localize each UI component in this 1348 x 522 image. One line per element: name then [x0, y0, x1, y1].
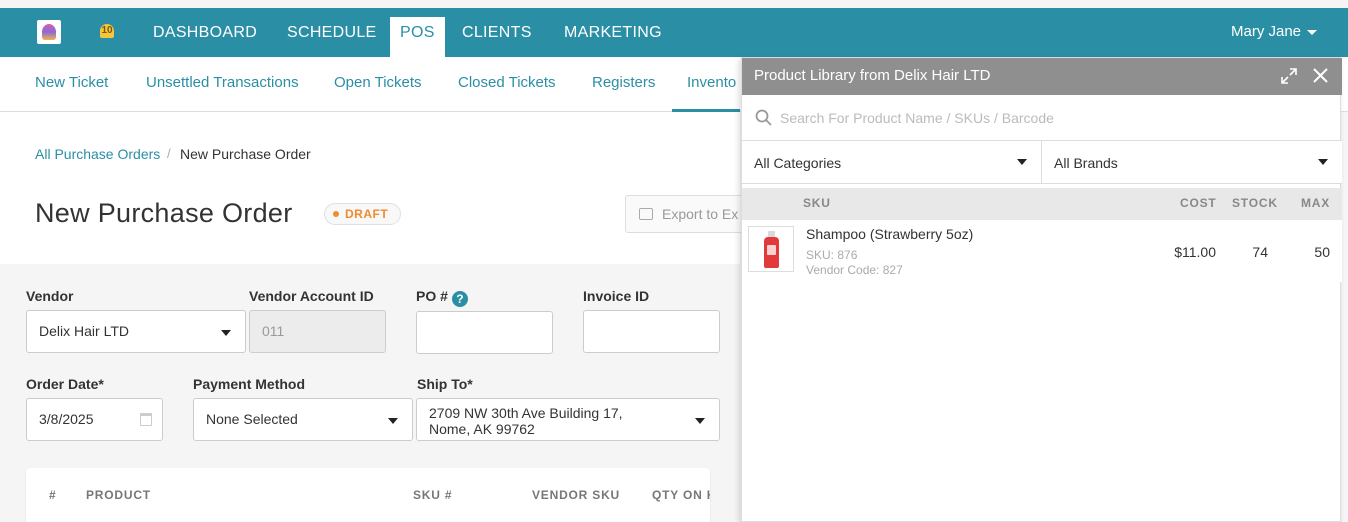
page-header: All Purchase Orders / New Purchase Order…	[0, 112, 765, 264]
page-title: New Purchase Order	[35, 198, 293, 228]
status-dot-icon	[333, 210, 339, 217]
column-header-max: MAX	[1301, 196, 1331, 210]
po-number-label: PO #?	[416, 288, 468, 307]
ship-to-line2: Nome, AK 99762	[429, 421, 535, 437]
vendor-label: Vendor	[26, 288, 74, 304]
invoice-id-input[interactable]	[583, 310, 720, 353]
order-date-input[interactable]: 3/8/2025	[26, 398, 163, 441]
subnav-closed-tickets[interactable]: Closed Tickets	[458, 57, 556, 112]
column-header-product: PRODUCT	[86, 488, 151, 502]
export-button-label: Export to Ex	[662, 206, 739, 222]
subnav-new-ticket[interactable]: New Ticket	[35, 57, 108, 112]
payment-method-label: Payment Method	[193, 376, 306, 392]
ship-to-select[interactable]: 2709 NW 30th Ave Building 17, Nome, AK 9…	[416, 398, 720, 441]
chevron-down-icon	[695, 418, 705, 424]
vendor-select[interactable]: Delix Hair LTD	[26, 310, 246, 353]
product-cost: $11.00	[1174, 244, 1216, 260]
product-sku: SKU: 876	[806, 248, 858, 262]
breadcrumb-all-purchase-orders[interactable]: All Purchase Orders	[35, 146, 160, 162]
purchase-order-items-table: # PRODUCT SKU # VENDOR SKU QTY ON H	[26, 468, 710, 522]
payment-method-value: None Selected	[206, 411, 298, 427]
vendor-account-value: 011	[262, 323, 285, 339]
invoice-id-label: Invoice ID	[583, 288, 650, 304]
breadcrumb-separator: /	[167, 146, 171, 161]
chevron-down-icon	[1017, 159, 1027, 165]
product-search-input[interactable]	[780, 104, 1320, 132]
product-library-title: Product Library from Delix Hair LTD	[754, 67, 991, 84]
subnav-open-tickets[interactable]: Open Tickets	[334, 57, 422, 112]
column-header-number: #	[49, 488, 57, 502]
product-thumbnail	[748, 226, 794, 272]
column-header-sku: SKU #	[413, 488, 453, 502]
nav-schedule[interactable]: SCHEDULE	[287, 8, 377, 57]
column-header-cost: COST	[1180, 196, 1217, 210]
user-name: Mary Jane	[1231, 23, 1302, 40]
ship-to-label: Ship To*	[417, 376, 473, 392]
nav-clients[interactable]: CLIENTS	[462, 8, 532, 57]
product-library-panel: Product Library from Delix Hair LTD All …	[741, 57, 1342, 522]
column-header-sku: SKU	[803, 196, 831, 210]
order-date-value: 3/8/2025	[39, 411, 94, 427]
shampoo-bottle-icon	[764, 231, 779, 268]
notification-bell-icon[interactable]: 10	[98, 22, 116, 42]
ship-to-line1: 2709 NW 30th Ave Building 17,	[429, 405, 623, 421]
category-filter-value: All Categories	[754, 155, 842, 171]
top-nav-bar: 10 DASHBOARD SCHEDULE POS CLIENTS MARKET…	[0, 8, 1348, 57]
status-badge: DRAFT	[324, 203, 402, 225]
po-number-label-text: PO #	[416, 288, 448, 304]
product-vendor-code: Vendor Code: 827	[806, 263, 903, 277]
column-header-stock: STOCK	[1232, 196, 1278, 210]
product-name: Shampoo (Strawberry 5oz)	[806, 226, 974, 242]
nav-pos[interactable]: POS	[390, 17, 445, 57]
category-filter-select[interactable]: All Categories	[742, 141, 1042, 184]
payment-method-select[interactable]: None Selected	[193, 398, 413, 441]
vendor-value: Delix Hair LTD	[39, 323, 129, 339]
logo-icon	[42, 24, 56, 40]
column-header-qty-on-hand: QTY ON H	[652, 488, 710, 502]
expand-icon[interactable]	[1281, 68, 1297, 84]
export-icon	[639, 208, 653, 220]
chevron-down-icon	[388, 418, 398, 424]
product-stock: 74	[1252, 244, 1268, 260]
column-header-vendor-sku: VENDOR SKU	[532, 488, 621, 502]
brand-logo[interactable]	[37, 20, 61, 44]
status-badge-label: DRAFT	[345, 207, 389, 221]
product-table-header: SKU COST STOCK MAX	[742, 188, 1342, 220]
chevron-down-icon	[1307, 29, 1318, 35]
order-date-label: Order Date*	[26, 376, 104, 392]
help-icon[interactable]: ?	[451, 291, 468, 307]
subnav-unsettled-transactions[interactable]: Unsettled Transactions	[146, 57, 299, 112]
chevron-down-icon	[221, 330, 231, 336]
subnav-registers[interactable]: Registers	[592, 57, 655, 112]
user-menu[interactable]: Mary Jane	[1231, 8, 1318, 57]
calendar-icon[interactable]	[140, 413, 152, 426]
product-max: 50	[1314, 244, 1330, 260]
po-number-input[interactable]	[416, 311, 553, 354]
chevron-down-icon	[1318, 159, 1328, 165]
product-library-header: Product Library from Delix Hair LTD	[742, 58, 1342, 95]
nav-marketing[interactable]: MARKETING	[564, 8, 662, 57]
vendor-account-field: 011	[249, 310, 386, 353]
breadcrumb-current: New Purchase Order	[180, 146, 311, 162]
vendor-account-label: Vendor Account ID	[249, 288, 374, 304]
product-row[interactable]: Shampoo (Strawberry 5oz) SKU: 876 Vendor…	[742, 220, 1342, 282]
subnav-inventory[interactable]: Invento	[672, 57, 740, 112]
close-icon[interactable]	[1312, 67, 1329, 84]
brand-filter-value: All Brands	[1054, 155, 1118, 171]
notification-count: 10	[101, 25, 113, 36]
product-search-bar	[742, 95, 1342, 141]
brand-filter-select[interactable]: All Brands	[1042, 141, 1342, 184]
nav-dashboard[interactable]: DASHBOARD	[153, 8, 257, 57]
search-icon	[755, 109, 772, 126]
